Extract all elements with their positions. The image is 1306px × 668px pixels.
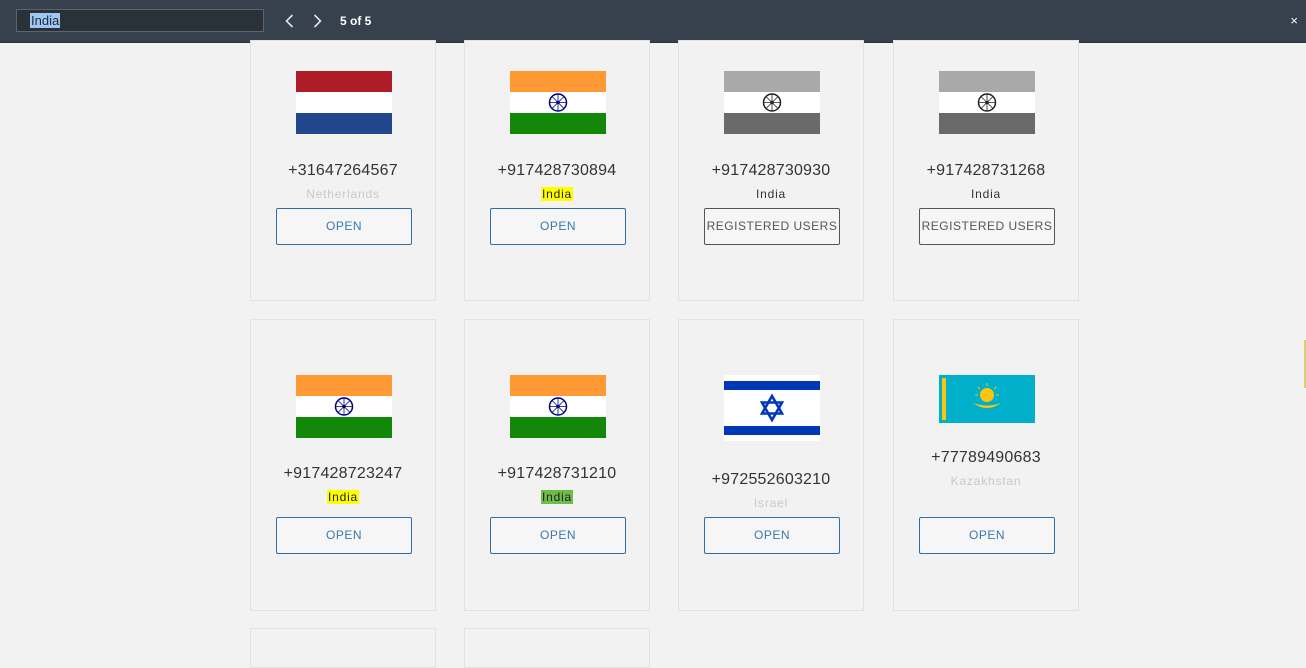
country-label: Kazakhstan [950,474,1022,488]
india-flag-grayscale-icon [724,71,820,134]
registered-users-button[interactable]: REGISTERED USERS [704,208,840,245]
country-label: India [970,187,1002,201]
india-flag-icon [510,375,606,438]
phone-number: +917428730930 [711,162,831,179]
number-card: +972552603210 Israel OPEN [678,319,864,611]
country-label: India [540,490,574,504]
india-flag-icon [296,375,392,438]
country-label: India [326,490,360,504]
find-match-count: 5 of 5 [340,14,372,28]
find-prev-button[interactable] [281,12,299,30]
close-icon[interactable]: × [1290,13,1298,28]
open-button[interactable]: OPEN [490,208,626,245]
chevron-right-icon [313,14,322,28]
phone-number: +917428730894 [497,162,617,179]
country-label: Netherlands [306,187,380,201]
phone-number: +31647264567 [288,162,398,179]
number-card: +917428730894 India OPEN [464,40,650,301]
find-query-text: India [30,13,61,28]
registered-users-button[interactable]: REGISTERED USERS [919,208,1055,245]
phone-number: +972552603210 [711,471,831,488]
open-button[interactable]: OPEN [276,517,412,554]
kazakhstan-flag-icon [939,375,1035,423]
number-card [464,628,650,668]
open-button[interactable]: OPEN [490,517,626,554]
country-label: India [540,187,574,201]
number-card: +917428731210 India OPEN [464,319,650,611]
number-card: +917428723247 India OPEN [250,319,436,611]
open-button[interactable]: OPEN [919,517,1055,554]
india-flag-grayscale-icon [939,71,1035,134]
country-label: Israel [753,496,789,510]
israel-flag-icon [724,375,820,441]
phone-number: +917428723247 [283,465,403,482]
open-button[interactable]: OPEN [276,208,412,245]
phone-number: +77789490683 [931,449,1041,466]
phone-number: +917428731210 [497,465,617,482]
country-label: India [755,187,787,201]
open-button[interactable]: OPEN [704,517,840,554]
find-next-button[interactable] [308,12,326,30]
netherlands-flag-icon [296,71,392,134]
phone-number: +917428731268 [926,162,1046,179]
number-card: +917428731268 India REGISTERED USERS [893,40,1079,301]
number-card: +31647264567 Netherlands OPEN [250,40,436,301]
number-card: +77789490683 Kazakhstan OPEN [893,319,1079,611]
find-bar: India 5 of 5 × [0,0,1306,43]
india-flag-icon [510,71,606,134]
chevron-left-icon [285,14,294,28]
number-card [250,628,436,668]
find-input[interactable]: India [16,9,264,32]
number-card: +917428730930 India REGISTERED USERS [678,40,864,301]
